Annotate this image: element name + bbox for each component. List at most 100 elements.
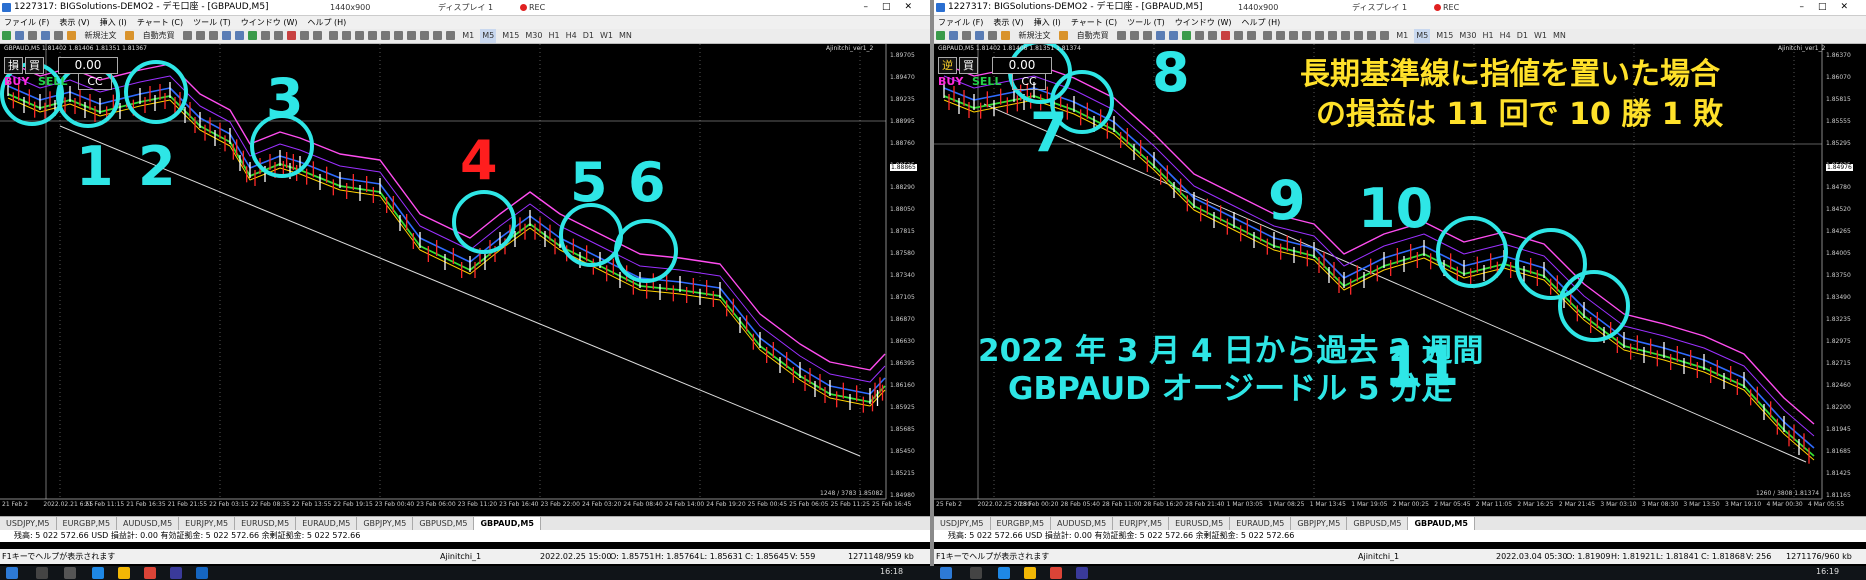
new-chart-icon[interactable] bbox=[2, 31, 11, 40]
zoom-out-icon[interactable] bbox=[235, 31, 245, 40]
tf-d1[interactable]: D1 bbox=[583, 29, 594, 43]
rec-indicator[interactable]: REC bbox=[1434, 0, 1459, 15]
tab-gbpaud[interactable]: GBPAUD,M5 bbox=[474, 517, 541, 530]
profiles-icon[interactable] bbox=[949, 31, 958, 40]
start-icon[interactable] bbox=[940, 567, 952, 579]
tab-eurgbp[interactable]: EURGBP,M5 bbox=[57, 517, 118, 530]
tab-eurusd[interactable]: EURUSD,M5 bbox=[1169, 517, 1231, 530]
menu-view[interactable]: 表示 (V) bbox=[993, 18, 1023, 27]
period-icon[interactable] bbox=[1234, 31, 1244, 40]
tile-icon[interactable] bbox=[248, 31, 258, 40]
shift-icon[interactable] bbox=[274, 31, 284, 40]
indicators-icon[interactable] bbox=[287, 31, 297, 40]
window-controls[interactable]: –□✕ bbox=[863, 0, 926, 15]
tester-icon[interactable] bbox=[1001, 31, 1010, 40]
templates-icon[interactable] bbox=[313, 31, 323, 40]
tf-h1[interactable]: H1 bbox=[548, 29, 559, 43]
chrome-icon[interactable] bbox=[1050, 567, 1062, 579]
mt4-icon[interactable] bbox=[1076, 567, 1088, 579]
meta-editor-icon[interactable] bbox=[1059, 31, 1069, 40]
text-icon[interactable] bbox=[1353, 31, 1363, 40]
search-icon[interactable] bbox=[970, 567, 982, 579]
tf-m5[interactable]: M5 bbox=[480, 29, 497, 43]
edge-icon[interactable] bbox=[998, 567, 1010, 579]
new-order-button[interactable]: 新規注文 bbox=[1019, 31, 1051, 40]
tf-mn[interactable]: MN bbox=[619, 29, 632, 43]
tf-w1[interactable]: W1 bbox=[1534, 29, 1547, 43]
tab-euraud[interactable]: EURAUD,M5 bbox=[1230, 517, 1292, 530]
menu-chart[interactable]: チャート (C) bbox=[1071, 18, 1117, 27]
auto-trade-button[interactable]: 自動売買 bbox=[1077, 31, 1109, 40]
shift-icon[interactable] bbox=[1208, 31, 1218, 40]
channel-icon[interactable] bbox=[393, 31, 403, 40]
navigator-icon[interactable] bbox=[41, 31, 50, 40]
label-icon[interactable] bbox=[432, 31, 442, 40]
tf-m1[interactable]: M1 bbox=[462, 29, 474, 43]
tf-d1[interactable]: D1 bbox=[1517, 29, 1528, 43]
menu-insert[interactable]: 挿入 (I) bbox=[100, 18, 127, 27]
edge-icon[interactable] bbox=[92, 567, 104, 579]
window-controls[interactable]: –□✕ bbox=[1799, 0, 1862, 15]
auto-trade-button[interactable]: 自動売買 bbox=[143, 31, 175, 40]
start-icon[interactable] bbox=[6, 567, 18, 579]
tf-m15[interactable]: M15 bbox=[502, 29, 519, 43]
vline-icon[interactable] bbox=[354, 31, 364, 40]
hline-icon[interactable] bbox=[367, 31, 377, 40]
bar-chart-icon[interactable] bbox=[1117, 31, 1127, 40]
menu-insert[interactable]: 挿入 (I) bbox=[1034, 18, 1061, 27]
menu-help[interactable]: ヘルプ (H) bbox=[1241, 18, 1280, 27]
buy-button[interactable]: BUY bbox=[4, 75, 29, 88]
buy-one-click-button[interactable]: 買 bbox=[25, 57, 44, 74]
tab-gbpjpy[interactable]: GBPJPY,M5 bbox=[357, 517, 414, 530]
terminal-icon[interactable] bbox=[988, 31, 997, 40]
price-chart[interactable]: GBPAUD,M5 1.81402 1.81406 1.81351 1.8137… bbox=[934, 44, 1866, 508]
tab-gbpaud[interactable]: GBPAUD,M5 bbox=[1408, 517, 1475, 530]
terminal-icon[interactable] bbox=[54, 31, 63, 40]
cursor-icon[interactable] bbox=[1262, 31, 1272, 40]
candle-chart-icon[interactable] bbox=[196, 31, 206, 40]
zoom-in-icon[interactable] bbox=[1156, 31, 1166, 40]
menu-tools[interactable]: ツール (T) bbox=[193, 18, 231, 27]
new-chart-icon[interactable] bbox=[936, 31, 945, 40]
mt4-icon[interactable] bbox=[170, 567, 182, 579]
zoom-out-icon[interactable] bbox=[1169, 31, 1179, 40]
tf-m30[interactable]: M30 bbox=[1459, 29, 1476, 43]
trendline-icon[interactable] bbox=[1314, 31, 1324, 40]
price-chart[interactable]: GBPAUD,M5 1.81402 1.81406 1.81351 1.8136… bbox=[0, 44, 930, 508]
fibo-icon[interactable] bbox=[406, 31, 416, 40]
tf-h4[interactable]: H4 bbox=[566, 29, 577, 43]
period-icon[interactable] bbox=[300, 31, 310, 40]
vline-icon[interactable] bbox=[1288, 31, 1298, 40]
tab-eurgbp[interactable]: EURGBP,M5 bbox=[991, 517, 1052, 530]
tf-w1[interactable]: W1 bbox=[600, 29, 613, 43]
channel-icon[interactable] bbox=[1327, 31, 1337, 40]
trendline-icon[interactable] bbox=[380, 31, 390, 40]
new-order-button[interactable]: 新規注文 bbox=[85, 31, 117, 40]
tester-icon[interactable] bbox=[67, 31, 76, 40]
tile-icon[interactable] bbox=[1182, 31, 1192, 40]
line-chart-icon[interactable] bbox=[209, 31, 219, 40]
sell-one-click-button[interactable]: 損 bbox=[4, 57, 23, 74]
arrow-icon[interactable] bbox=[445, 31, 455, 40]
menu-window[interactable]: ウインドウ (W) bbox=[241, 18, 298, 27]
arrow-icon[interactable] bbox=[1379, 31, 1389, 40]
tab-usdjpy[interactable]: USDJPY,M5 bbox=[934, 517, 991, 530]
task-view-icon[interactable] bbox=[64, 567, 76, 579]
tab-eurjpy[interactable]: EURJPY,M5 bbox=[179, 517, 236, 530]
title-bar[interactable]: 1227317: BIGSolutions-DEMO2 - デモ口座 - [GB… bbox=[934, 0, 1866, 16]
label-icon[interactable] bbox=[1366, 31, 1376, 40]
reverse-button[interactable]: 逆 bbox=[938, 57, 957, 74]
profiles-icon[interactable] bbox=[15, 31, 24, 40]
line-chart-icon[interactable] bbox=[1143, 31, 1153, 40]
tab-gbpusd[interactable]: GBPUSD,M5 bbox=[413, 517, 475, 530]
menu-file[interactable]: ファイル (F) bbox=[4, 18, 49, 27]
close-all-button[interactable]: CC bbox=[78, 73, 112, 90]
lot-size-field[interactable]: 0.00 bbox=[58, 57, 118, 74]
tab-gbpusd[interactable]: GBPUSD,M5 bbox=[1347, 517, 1409, 530]
search-icon[interactable] bbox=[36, 567, 48, 579]
tf-m30[interactable]: M30 bbox=[525, 29, 542, 43]
crosshair-icon[interactable] bbox=[1275, 31, 1285, 40]
menu-help[interactable]: ヘルプ (H) bbox=[307, 18, 346, 27]
tab-eurjpy[interactable]: EURJPY,M5 bbox=[1113, 517, 1170, 530]
chrome-icon[interactable] bbox=[144, 567, 156, 579]
